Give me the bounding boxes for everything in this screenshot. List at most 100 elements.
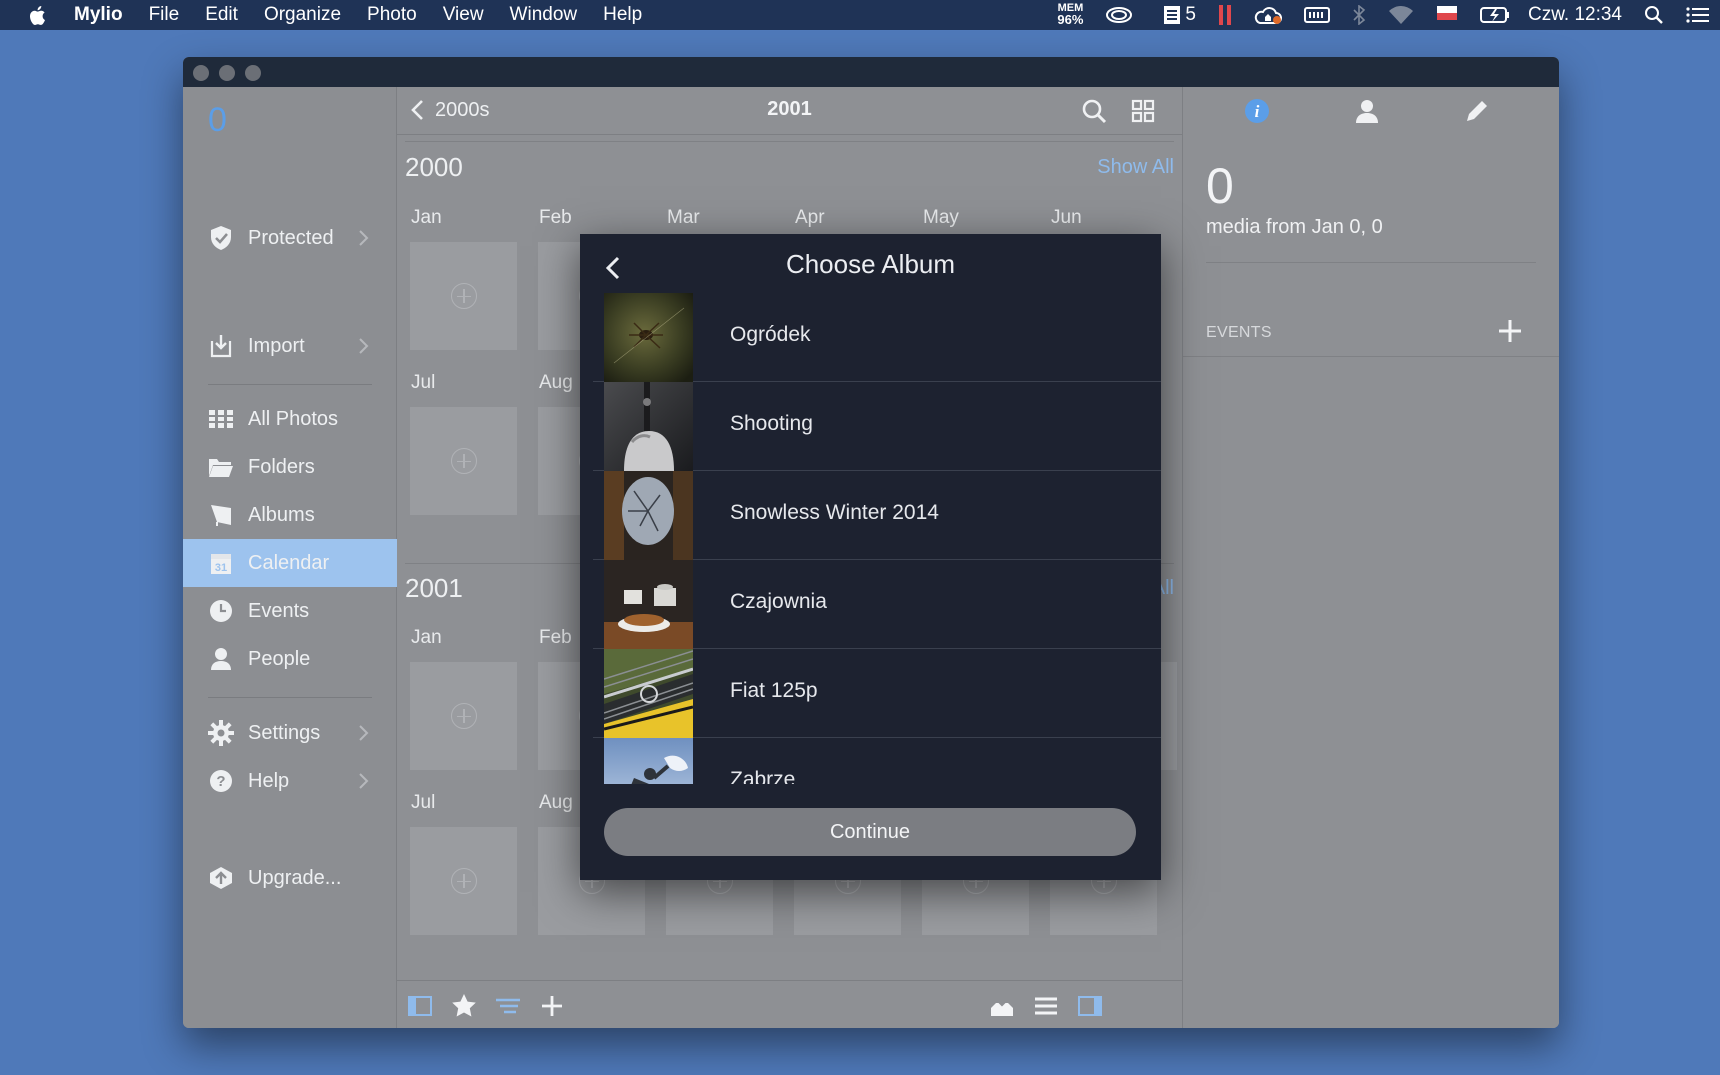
sidebar-item-all-photos[interactable]: All Photos: [183, 395, 397, 443]
menu-bar: Mylio File Edit Organize Photo View Wind…: [0, 0, 1720, 30]
gear-icon: [208, 720, 234, 746]
sidebar-item-settings[interactable]: Settings: [183, 709, 397, 757]
album-thumbnail: [604, 738, 693, 784]
input-source-flag-icon[interactable]: [1436, 0, 1458, 30]
calendar-icon: 31: [208, 550, 234, 576]
person-tab-icon[interactable]: [1353, 97, 1381, 125]
add-icon[interactable]: [538, 992, 566, 1020]
shield-check-icon: [208, 225, 234, 251]
album-list: Ogródek Shooting Snowless Winter 2014 Cz…: [593, 293, 1161, 784]
star-icon[interactable]: [450, 992, 478, 1020]
sidebar-item-folders[interactable]: Folders: [183, 443, 397, 491]
search-icon[interactable]: [1080, 97, 1108, 125]
sidebar-item-label: Protected: [248, 226, 334, 249]
month-cell-add[interactable]: [410, 827, 517, 935]
menu-window[interactable]: Window: [510, 4, 578, 26]
year-title: 2000: [405, 152, 463, 182]
download-tray-icon[interactable]: [988, 992, 1016, 1020]
continue-button[interactable]: Continue: [604, 808, 1136, 856]
wifi-icon[interactable]: [1388, 0, 1414, 30]
zoom-window-button[interactable]: [245, 65, 261, 81]
menu-edit[interactable]: Edit: [205, 4, 238, 26]
sidebar-item-protected[interactable]: Protected: [183, 214, 397, 262]
list-view-icon[interactable]: [1032, 992, 1060, 1020]
sidebar-item-people[interactable]: People: [183, 635, 397, 683]
sidebar-item-albums[interactable]: Albums: [183, 491, 397, 539]
add-circle-icon: [450, 703, 477, 729]
page-title: 2001: [767, 98, 812, 120]
keyboard-icon[interactable]: [1304, 0, 1330, 30]
media-range-text: media from Jan 0, 0: [1206, 216, 1383, 238]
creative-cloud-icon[interactable]: [1105, 0, 1133, 30]
sidebar-item-upgrade[interactable]: Upgrade...: [183, 854, 397, 902]
clock[interactable]: Czw. 12:34: [1528, 4, 1622, 26]
menu-photo[interactable]: Photo: [367, 4, 417, 26]
sidebar-item-import[interactable]: Import: [183, 322, 397, 370]
grid-view-icon[interactable]: [1129, 97, 1157, 125]
battery-icon[interactable]: [1480, 0, 1510, 30]
album-thumbnail: [604, 560, 693, 649]
todo-status[interactable]: 5: [1163, 0, 1196, 30]
month-label: Feb: [539, 207, 572, 228]
menu-organize[interactable]: Organize: [264, 4, 341, 26]
show-all-link[interactable]: Show All: [1097, 156, 1174, 179]
menu-app-name[interactable]: Mylio: [74, 4, 123, 26]
month-cell-add[interactable]: [410, 662, 517, 770]
status-area: MEM 96% 5 Czw. 12:34: [1035, 0, 1720, 30]
todo-count: 5: [1185, 4, 1196, 25]
album-name: Shooting: [730, 412, 813, 435]
spotlight-search-icon[interactable]: [1644, 0, 1664, 30]
album-thumbnail: [604, 649, 693, 738]
toggle-info-panel-icon[interactable]: [1076, 992, 1104, 1020]
todo-icon: [1164, 6, 1181, 24]
album-row[interactable]: Zabrze: [593, 738, 1161, 784]
album-row[interactable]: Shooting: [593, 382, 1161, 471]
sidebar: 0 Protected Import All Photos Folders Al…: [183, 87, 397, 1028]
minimize-window-button[interactable]: [219, 65, 235, 81]
month-label: Mar: [667, 207, 700, 228]
album-row[interactable]: Snowless Winter 2014: [593, 471, 1161, 560]
info-panel-tabs: i: [1183, 87, 1559, 135]
title-bar: [183, 57, 1559, 87]
memory-status[interactable]: MEM 96%: [1057, 0, 1083, 30]
filter-icon[interactable]: [494, 992, 522, 1020]
add-event-icon[interactable]: [1497, 318, 1523, 344]
month-cell-add[interactable]: [410, 407, 517, 515]
media-count: 0: [1206, 158, 1234, 214]
close-window-button[interactable]: [193, 65, 209, 81]
month-label: Jul: [411, 372, 436, 393]
sidebar-item-events[interactable]: Events: [183, 587, 397, 635]
bluetooth-icon[interactable]: [1352, 0, 1366, 30]
album-row[interactable]: Ogródek: [593, 293, 1161, 382]
album-row[interactable]: Fiat 125p: [593, 649, 1161, 738]
apple-icon: [30, 5, 45, 25]
panel-divider: [1183, 356, 1559, 357]
chevron-right-icon: [359, 338, 369, 354]
sidebar-divider: [208, 384, 372, 385]
sidebar-item-help[interactable]: ? Help: [183, 757, 397, 805]
album-name: Snowless Winter 2014: [730, 501, 939, 524]
year-divider: [405, 141, 1174, 142]
add-circle-icon: [450, 868, 477, 894]
menu-view[interactable]: View: [443, 4, 484, 26]
sidebar-item-label: Folders: [248, 455, 315, 478]
menu-file[interactable]: File: [149, 4, 180, 26]
toggle-sidebar-icon[interactable]: [406, 992, 434, 1020]
album-row[interactable]: Czajownia: [593, 560, 1161, 649]
sidebar-item-label: Albums: [248, 503, 315, 526]
month-label: May: [923, 207, 959, 228]
info-icon[interactable]: i: [1243, 97, 1271, 125]
album-name: Zabrze: [730, 768, 796, 784]
cloud-home-icon[interactable]: [1254, 0, 1282, 30]
bottom-toolbar: [397, 980, 1182, 1028]
panel-divider: [1206, 262, 1536, 263]
notification-center-icon[interactable]: [1686, 0, 1710, 30]
month-cell-add[interactable]: [410, 242, 517, 350]
month-label: Jul: [411, 792, 436, 813]
menu-help[interactable]: Help: [603, 4, 642, 26]
edit-pencil-icon[interactable]: [1463, 97, 1491, 125]
month-label: Feb: [539, 627, 572, 648]
apple-menu[interactable]: [0, 5, 74, 26]
sidebar-item-calendar[interactable]: 31 Calendar: [183, 539, 397, 587]
pause-icon[interactable]: [1218, 0, 1232, 30]
